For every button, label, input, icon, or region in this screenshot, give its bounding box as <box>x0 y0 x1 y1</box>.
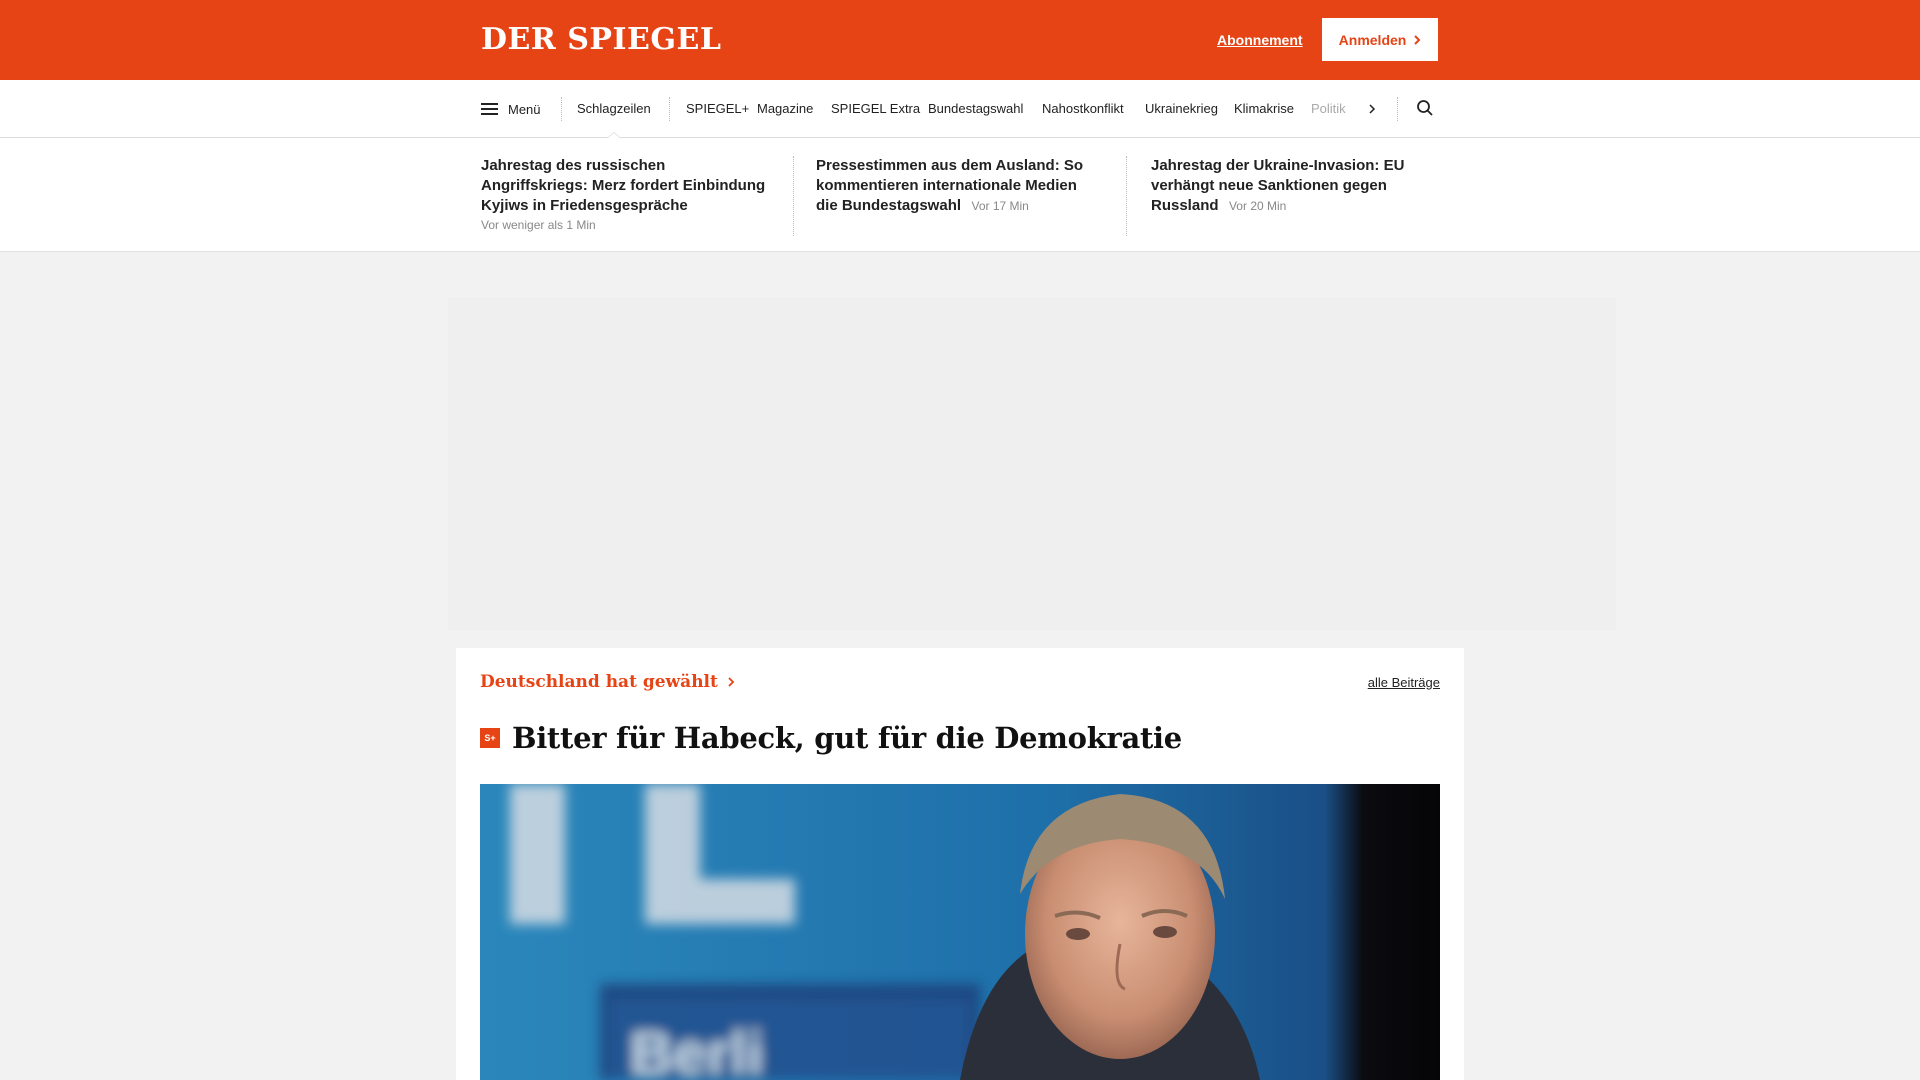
nav-item-nahostkonflikt[interactable]: Nahostkonflikt <box>1042 100 1124 118</box>
ad-placeholder <box>448 298 1616 630</box>
search-icon <box>1417 100 1433 116</box>
chevron-right-icon <box>1414 34 1421 45</box>
ticker-time: Vor 20 Min <box>1228 199 1287 213</box>
ticker-time: Vor weniger als 1 Min <box>481 218 596 232</box>
ticker-divider <box>1126 156 1127 236</box>
nav-scroll-right-button[interactable] <box>1365 99 1379 119</box>
ticker-item[interactable]: Pressestimmen aus dem Ausland: So kommen… <box>816 156 1096 216</box>
spiegel-plus-badge: S+ <box>480 728 500 748</box>
all-articles-link[interactable]: alle Beiträge <box>1368 675 1440 690</box>
ticker-title: Pressestimmen aus dem Ausland: So kommen… <box>816 157 1084 214</box>
portrait-photo: Berli <box>480 784 1440 1080</box>
nav-item-bundestagswahl[interactable]: Bundestagswahl <box>928 100 1023 118</box>
hamburger-icon <box>481 103 498 115</box>
abonnement-link[interactable]: Abonnement <box>1217 31 1303 49</box>
ticker-time: Vor 17 Min <box>971 199 1029 213</box>
article-headline: Bitter für Habeck, gut für die Demokrati… <box>512 721 1182 755</box>
nav-item-spiegel-plus[interactable]: SPIEGEL+ <box>686 100 749 118</box>
spiegel-logo[interactable]: DER SPIEGEL <box>481 22 721 58</box>
section-kicker-label: Deutschland hat gewählt <box>480 672 718 692</box>
nav-divider <box>561 97 562 121</box>
chevron-right-icon <box>1368 104 1375 114</box>
article-headline-link[interactable]: S+ Bitter für Habeck, gut für die Demokr… <box>480 720 1182 756</box>
ticker-item[interactable]: Jahrestag des russischen Angriffskriegs:… <box>481 156 771 234</box>
nav-item-klimakrise[interactable]: Klimakrise <box>1234 100 1294 118</box>
top-bar: DER SPIEGEL Abonnement Anmelden <box>0 0 1920 80</box>
nav-item-schlagzeilen[interactable]: Schlagzeilen <box>577 100 651 118</box>
menu-button[interactable]: Menü <box>481 99 541 119</box>
ticker-title: Jahrestag des russischen Angriffskriegs:… <box>481 157 766 214</box>
article-image[interactable]: Berli <box>480 784 1440 1080</box>
ticker-divider <box>793 156 794 236</box>
headline-ticker: Jahrestag des russischen Angriffskriegs:… <box>0 138 1920 252</box>
nav-bar: Menü Schlagzeilen SPIEGEL+ Magazine SPIE… <box>0 80 1920 138</box>
nav-item-politik[interactable]: Politik <box>1311 100 1347 118</box>
nav-divider <box>1397 97 1398 121</box>
section-kicker[interactable]: Deutschland hat gewählt <box>480 672 735 692</box>
chevron-right-icon <box>728 677 735 687</box>
search-button[interactable] <box>1416 99 1436 119</box>
menu-label: Menü <box>508 101 541 117</box>
nav-item-spiegel-extra[interactable]: SPIEGEL Extra <box>831 100 920 118</box>
nav-item-ukrainekrieg[interactable]: Ukrainekrieg <box>1145 100 1218 118</box>
svg-text:Berli: Berli <box>630 1020 763 1080</box>
ticker-item[interactable]: Jahrestag der Ukraine-Invasion: EU verhä… <box>1151 156 1441 216</box>
login-button-label: Anmelden <box>1338 31 1407 48</box>
section-card: Deutschland hat gewählt alle Beiträge S+… <box>456 648 1464 1080</box>
nav-item-magazine[interactable]: Magazine <box>757 100 813 118</box>
nav-divider <box>669 97 670 121</box>
login-button[interactable]: Anmelden <box>1322 18 1438 61</box>
